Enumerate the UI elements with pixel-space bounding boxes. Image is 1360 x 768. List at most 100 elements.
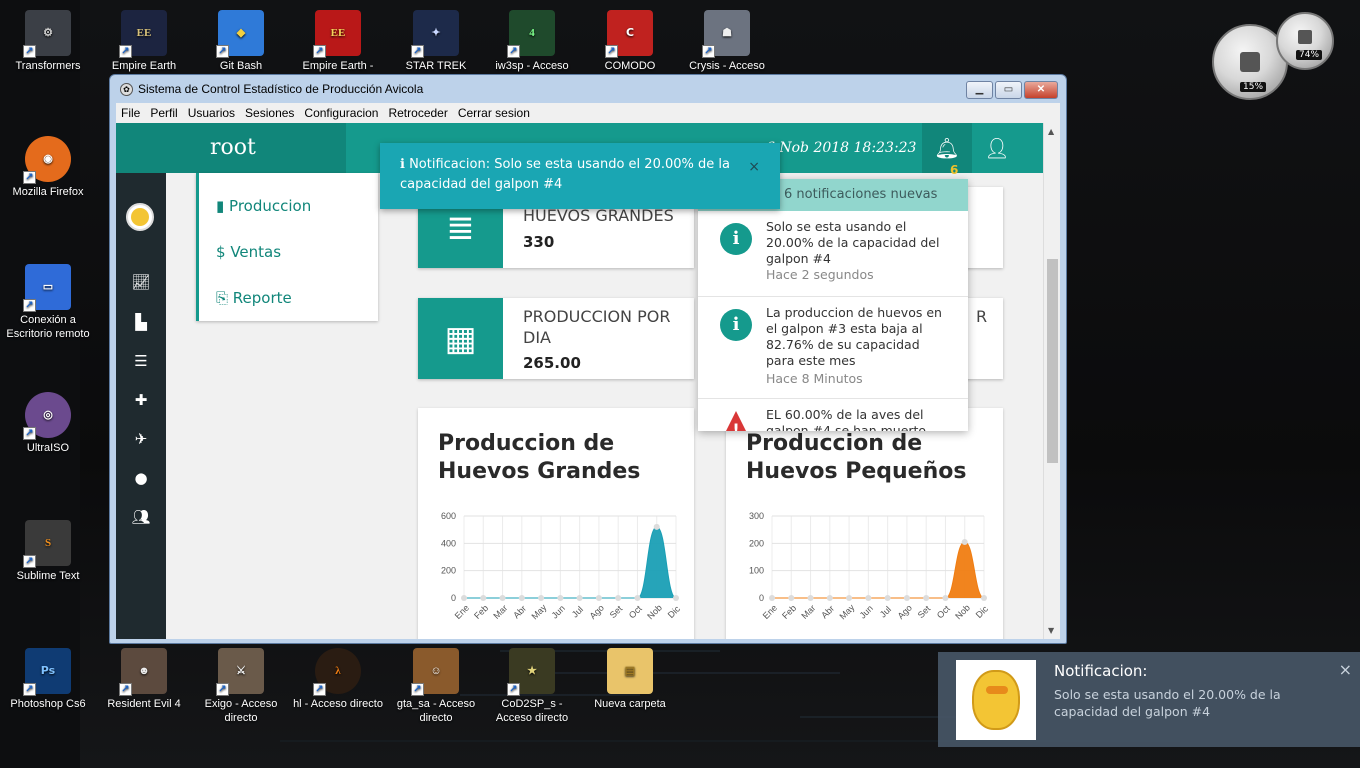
series-area xyxy=(464,526,676,598)
icon-label: Git Bash xyxy=(219,60,263,72)
data-point xyxy=(923,595,930,601)
y-tick-label: 300 xyxy=(749,511,764,521)
scroll-thumb[interactable] xyxy=(1047,259,1058,463)
maximize-button[interactable]: ▭ xyxy=(995,81,1022,99)
chart-pequenos: 0 100 200 300 Ene Feb Mar Abr May Jun Jul Ago Set Oct… xyxy=(749,511,991,622)
menu-file[interactable]: File xyxy=(116,106,145,120)
data-point xyxy=(595,595,602,601)
data-point xyxy=(826,595,833,601)
x-tick-label: Ene xyxy=(761,603,779,621)
y-tick-label: 100 xyxy=(749,566,764,576)
x-tick-label: Abr xyxy=(819,603,836,620)
menu-perfil[interactable]: Perfil xyxy=(145,106,182,120)
gta-icon: ☺ ↗ xyxy=(411,648,459,696)
menu-usuarios[interactable]: Usuarios xyxy=(183,106,240,120)
notification-close-button[interactable]: × xyxy=(748,157,760,177)
desktop-icon-photoshop[interactable]: Ps ↗ Photoshop Cs6 xyxy=(0,648,96,711)
production-submenu: ▮ Produccion $ Ventas ⎘ Reporte xyxy=(196,173,378,321)
desktop-icon-cod2[interactable]: ★ ↗ CoD2SP_s - Acceso directo xyxy=(484,648,580,725)
building-icon: ▦ xyxy=(418,298,503,379)
desktop-icon-empire-earth-2[interactable]: EE ↗ Empire Earth - xyxy=(290,10,386,73)
x-tick-label: Dic xyxy=(974,603,991,620)
data-point xyxy=(615,595,622,601)
scroll-up-arrow[interactable]: ▲ xyxy=(1048,127,1054,136)
icon-label: COMODO xyxy=(604,60,656,72)
desktop-icon-firefox[interactable]: ◉ ↗ Mozilla Firefox xyxy=(0,136,96,199)
x-tick-label: Oct xyxy=(627,603,644,620)
desktop-icon-resident-evil[interactable]: ☻ ↗ Resident Evil 4 xyxy=(96,648,192,711)
data-point xyxy=(461,595,467,601)
desktop-icon-remote-desktop[interactable]: ▭ ↗ Conexión a Escritorio remoto xyxy=(0,264,96,341)
twitter-icon[interactable]: ✈︎ xyxy=(116,430,166,448)
chart-line-icon[interactable]: 📈︎ xyxy=(116,273,166,291)
crysis-icon: ☗ ↗ xyxy=(702,10,750,58)
menu-retroceder[interactable]: Retroceder xyxy=(383,106,452,120)
resident-evil-icon: ☻ ↗ xyxy=(119,648,167,696)
x-tick-label: May xyxy=(529,602,548,621)
y-tick-label: 600 xyxy=(441,511,456,521)
toast-close-button[interactable]: × xyxy=(1339,660,1352,679)
notification-item[interactable]: i La produccion de huevos en el galpon #… xyxy=(698,297,968,399)
submenu-ventas[interactable]: $ Ventas xyxy=(216,243,281,261)
desktop-icon-ultraiso[interactable]: ◎ ↗ UltraISO xyxy=(0,392,96,455)
window-titlebar[interactable]: ✿ Sistema de Control Estadístico de Prod… xyxy=(110,75,1066,103)
datetime: 6 Nob 2018 18:23:23 xyxy=(766,140,917,156)
x-tick-label: Feb xyxy=(780,603,798,621)
menu-cerrar-sesion[interactable]: Cerrar sesion xyxy=(453,106,535,120)
desktop-icon-folder[interactable]: ▤ Nueva carpeta xyxy=(582,648,678,711)
submenu-reporte[interactable]: ⎘ Reporte xyxy=(216,289,292,307)
notification-item[interactable]: ! EL 60.00% de la aves del galpon #4 se … xyxy=(698,399,968,431)
desktop-icon-git-bash[interactable]: ◆ ↗ Git Bash xyxy=(193,10,289,73)
users-icon[interactable]: 👥︎ xyxy=(116,508,166,526)
desktop-icon-gta-sa[interactable]: ☺ ↗ gta_sa - Acceso directo xyxy=(388,648,484,725)
x-tick-label: Jun xyxy=(858,603,875,620)
circle-icon[interactable]: ● xyxy=(116,469,166,487)
user-button[interactable]: 👤︎ xyxy=(972,123,1022,173)
icon-label: STAR TREK xyxy=(405,60,467,72)
desktop-icon-crysis[interactable]: ☗ ↗ Crysis - Acceso xyxy=(679,10,775,73)
chart-title: Produccion de Huevos Grandes xyxy=(438,431,641,484)
exigo-icon: ⚔ ↗ xyxy=(216,648,264,696)
submenu-produccion[interactable]: ▮ Produccion xyxy=(216,197,311,215)
x-tick-label: Ago xyxy=(896,603,914,621)
desktop-icon-empire-earth[interactable]: EE ↗ Empire Earth xyxy=(96,10,192,73)
close-button[interactable]: ✕ xyxy=(1024,81,1058,99)
user-icon: 👤︎ xyxy=(984,136,1010,160)
desktop-icon-transformers[interactable]: ⚙ ↗ Transformers xyxy=(0,10,96,73)
window-title: Sistema de Control Estadístico de Produc… xyxy=(138,82,424,96)
list-icon[interactable]: ☰ xyxy=(116,352,166,370)
cod2-icon: ★ ↗ xyxy=(507,648,555,696)
app-icon: ✿ xyxy=(120,82,133,96)
system-toast[interactable]: Notificacion: Solo se esta usando el 20.… xyxy=(938,652,1360,747)
desktop-icon-comodo[interactable]: C ↗ COMODO xyxy=(582,10,678,73)
notification-banner: ℹ Notificacion: Solo se esta usando el 2… xyxy=(380,143,780,209)
memory-gauge-label: 74% xyxy=(1296,50,1323,60)
icon-label: Conexión a Escritorio remoto xyxy=(6,314,90,340)
scroll-down-arrow[interactable]: ▼ xyxy=(1048,626,1054,635)
memory-gauge[interactable]: 74% xyxy=(1276,12,1334,70)
notifications-button[interactable]: 🔔︎ 6 xyxy=(922,123,972,177)
factory-icon[interactable]: ▙ xyxy=(116,313,166,331)
icon-label: Empire Earth - xyxy=(302,60,374,72)
menu-configuracion[interactable]: Configuracion xyxy=(299,106,383,120)
avatar[interactable] xyxy=(126,203,154,231)
cpu-gauge-label: 15% xyxy=(1240,82,1267,92)
icon-label: Crysis - Acceso xyxy=(689,60,765,72)
desktop-icon-hl[interactable]: λ ↗ hl - Acceso directo xyxy=(290,648,386,711)
folder-icon: ▤ xyxy=(607,648,653,694)
x-tick-label: Nob xyxy=(953,603,972,622)
firefox-icon: ◉ ↗ xyxy=(23,136,71,184)
desktop-icon-sublime[interactable]: S ↗ Sublime Text xyxy=(0,520,96,583)
icon-label: Sublime Text xyxy=(16,570,80,582)
desktop-icon-exigo[interactable]: ⚔ ↗ Exigo - Acceso directo xyxy=(193,648,289,725)
vertical-scrollbar[interactable]: ▲ ▼ xyxy=(1043,123,1060,639)
minimize-button[interactable]: ▁ xyxy=(966,81,993,99)
app-window: ✿ Sistema de Control Estadístico de Prod… xyxy=(109,74,1067,644)
data-point xyxy=(557,595,564,601)
notification-item[interactable]: i Solo se esta usando el 20.00% de la ca… xyxy=(698,211,968,297)
desktop-icon-iw3sp[interactable]: 4 ↗ iw3sp - Acceso xyxy=(484,10,580,73)
menu-sesiones[interactable]: Sesiones xyxy=(240,106,299,120)
sidebar: 📈︎ ▙ ☰ ✚ ✈︎ ● 👥︎ xyxy=(116,173,166,639)
medkit-icon[interactable]: ✚ xyxy=(116,391,166,409)
desktop-icon-star-trek[interactable]: ✦ ↗ STAR TREK xyxy=(388,10,484,73)
